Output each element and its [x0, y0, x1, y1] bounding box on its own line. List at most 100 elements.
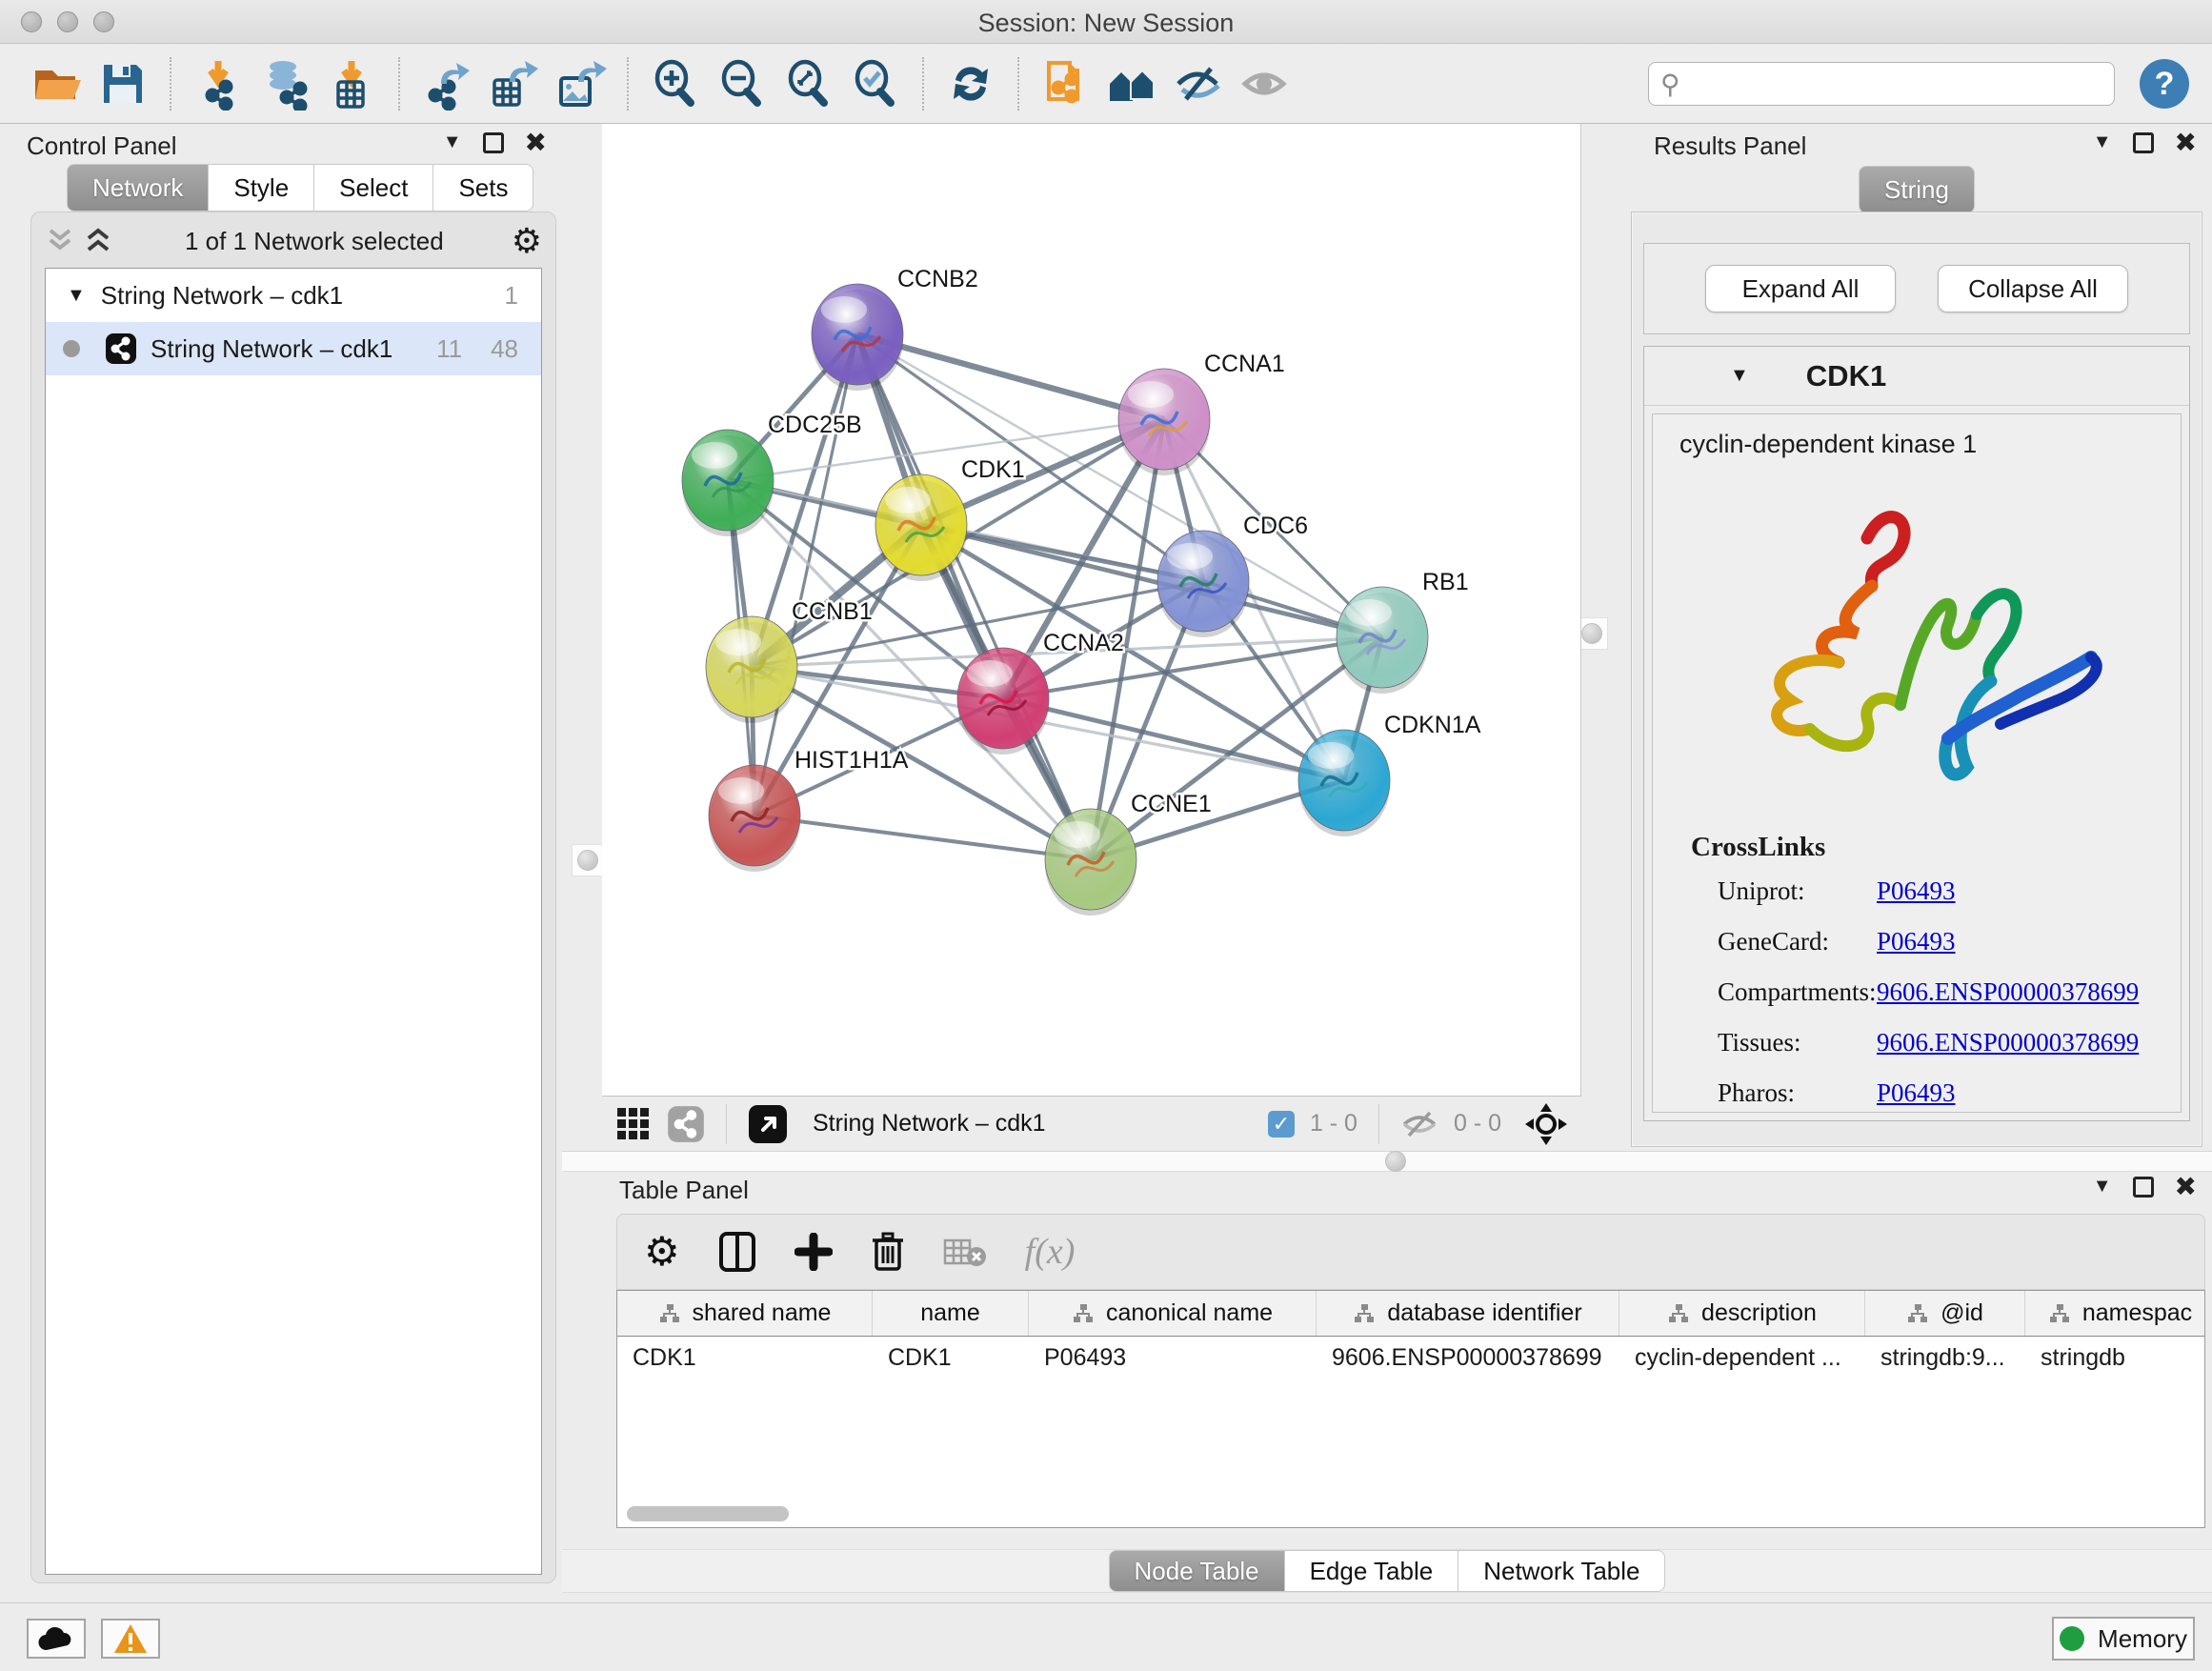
network-share-icon[interactable]: [667, 1105, 705, 1143]
node-label: CCNA2: [1043, 630, 1124, 656]
cloud-status-button[interactable]: [27, 1619, 86, 1659]
export-network-button[interactable]: [413, 52, 480, 115]
network-node-ccnb2[interactable]: CCNB2: [812, 266, 978, 391]
import-database-button[interactable]: [251, 52, 318, 115]
table-menu-caret-icon[interactable]: ▼: [2093, 1176, 2112, 1198]
network-collection-label: String Network – cdk1: [101, 281, 505, 311]
node-label: HIST1H1A: [794, 747, 909, 774]
zoom-fit-button[interactable]: [775, 52, 842, 115]
node-label: CCNB1: [792, 598, 873, 625]
export-image-button[interactable]: [547, 52, 613, 115]
double-house-button[interactable]: [1099, 52, 1166, 115]
import-table-arrow-button[interactable]: [318, 52, 385, 115]
table-close-icon[interactable]: ✖: [2175, 1177, 2197, 1198]
column-tree-icon: [2048, 1303, 2071, 1324]
crosslink-link[interactable]: P06493: [1877, 1078, 1956, 1108]
column-header-description[interactable]: description: [1619, 1291, 1865, 1336]
tab-node-table[interactable]: Node Table: [1109, 1550, 1285, 1592]
collapse-all-chevron-icon[interactable]: [83, 227, 117, 255]
network-edge[interactable]: [857, 334, 1164, 419]
network-node-rb1[interactable]: RB1: [1337, 569, 1469, 694]
tree-expand-caret-icon[interactable]: ▼: [67, 285, 86, 307]
crosslink-link[interactable]: 9606.ENSP00000378699: [1877, 977, 2139, 1007]
tab-network[interactable]: Network: [67, 164, 209, 211]
network-node-ccnb1[interactable]: CCNB1: [706, 598, 873, 723]
network-options-gear-icon[interactable]: ⚙: [512, 224, 542, 258]
collapse-all-button[interactable]: Collapse All: [1938, 265, 2128, 312]
crosslink-link[interactable]: P06493: [1877, 927, 1956, 956]
delete-column-trash-icon[interactable]: [871, 1231, 905, 1273]
tab-network-table[interactable]: Network Table: [1458, 1550, 1665, 1592]
tab-select[interactable]: Select: [314, 164, 433, 211]
table-row[interactable]: CDK1CDK1P064939606.ENSP00000378699cyclin…: [617, 1337, 2204, 1382]
network-edge[interactable]: [754, 815, 1091, 859]
search-box[interactable]: ⚲: [1648, 62, 2115, 106]
network-row[interactable]: String Network – cdk1 11 48: [46, 322, 541, 375]
results-menu-caret-icon[interactable]: ▼: [2093, 131, 2112, 153]
help-button[interactable]: ?: [2140, 59, 2189, 109]
tab-string[interactable]: String: [1859, 166, 1975, 213]
node-table[interactable]: shared namename canonical name database …: [616, 1290, 2205, 1528]
horizontal-splitter[interactable]: [562, 1151, 2212, 1172]
refresh-button[interactable]: [937, 52, 1004, 115]
left-splitter-handle[interactable]: [572, 844, 604, 876]
birds-eye-view-icon[interactable]: [748, 1104, 788, 1144]
table-options-gear-icon[interactable]: ⚙: [644, 1232, 680, 1272]
tab-edge-table[interactable]: Edge Table: [1285, 1550, 1459, 1592]
network-node-cdk1[interactable]: CDK1: [875, 456, 1025, 581]
crosslink-link[interactable]: P06493: [1877, 876, 1956, 906]
panel-close-icon[interactable]: ✖: [525, 132, 547, 153]
network-edge[interactable]: [857, 334, 1091, 859]
results-close-icon[interactable]: ✖: [2175, 132, 2197, 153]
network-canvas[interactable]: CCNB2 CCNA1 CDC25B CDK1 CDC6 RB1: [602, 124, 1581, 1096]
panel-menu-caret-icon[interactable]: ▼: [443, 131, 462, 153]
crosslink-link[interactable]: 9606.ENSP00000378699: [1877, 1028, 2139, 1057]
tab-style[interactable]: Style: [209, 164, 314, 211]
memory-button[interactable]: Memory: [2052, 1617, 2195, 1661]
column-header-canonical-name[interactable]: canonical name: [1029, 1291, 1317, 1336]
selected-checkbox-icon[interactable]: ✓: [1268, 1111, 1295, 1137]
hidden-eye-slash-icon[interactable]: [1400, 1109, 1438, 1139]
gene-collapse-caret-icon[interactable]: ▼: [1730, 365, 1749, 387]
warning-status-button[interactable]: [101, 1619, 160, 1659]
save-floppy-button[interactable]: [90, 52, 156, 115]
import-network-arrow-button[interactable]: [185, 52, 251, 115]
fit-crosshair-icon[interactable]: [1524, 1102, 1568, 1146]
eye-slash-button[interactable]: [1166, 52, 1233, 115]
column-header-namespac[interactable]: namespac: [2025, 1291, 2205, 1336]
show-columns-icon[interactable]: [718, 1231, 756, 1273]
add-column-plus-icon[interactable]: [794, 1233, 833, 1271]
network-collection-row[interactable]: ▼ String Network – cdk1 1: [46, 269, 541, 322]
table-cell: CDK1: [617, 1337, 873, 1382]
table-float-icon[interactable]: [2133, 1177, 2154, 1198]
zoom-selected-button[interactable]: [842, 52, 909, 115]
table-horizontal-scrollbar[interactable]: [627, 1506, 789, 1521]
search-input[interactable]: [1688, 70, 2102, 97]
network-node-hist1h1a[interactable]: HIST1H1A: [709, 747, 909, 872]
results-float-icon[interactable]: [2133, 132, 2154, 153]
network-edge[interactable]: [754, 334, 857, 815]
export-table-button[interactable]: [480, 52, 547, 115]
expand-all-button[interactable]: Expand All: [1705, 265, 1896, 312]
grid-view-icon[interactable]: [615, 1106, 652, 1142]
network-tree: ▼ String Network – cdk1 1 String Network…: [45, 268, 542, 1575]
network-node-cdc25b[interactable]: CDC25B: [682, 412, 862, 536]
eye-disabled-button[interactable]: [1233, 52, 1299, 115]
document-share-button[interactable]: [1033, 52, 1099, 115]
network-node-cdc6[interactable]: CDC6: [1157, 513, 1308, 637]
delete-table-icon[interactable]: [943, 1236, 987, 1268]
column-header-database-identifier[interactable]: database identifier: [1317, 1291, 1619, 1336]
tab-sets[interactable]: Sets: [433, 164, 533, 211]
open-folder-button[interactable]: [23, 52, 90, 115]
panel-float-icon[interactable]: [483, 132, 504, 153]
title-bar: Session: New Session: [0, 0, 2212, 44]
column-header-@id[interactable]: @id: [1865, 1291, 2025, 1336]
column-header-shared-name[interactable]: shared name: [617, 1291, 873, 1336]
function-builder-icon[interactable]: f(x): [1025, 1231, 1076, 1273]
expand-all-chevron-icon[interactable]: [45, 227, 79, 255]
network-node-cdkn1a[interactable]: CDKN1A: [1298, 712, 1481, 836]
network-view-title: String Network – cdk1: [803, 1110, 1253, 1137]
zoom-out-button[interactable]: [709, 52, 775, 115]
column-header-name[interactable]: name: [873, 1291, 1029, 1336]
zoom-in-button[interactable]: [642, 52, 709, 115]
